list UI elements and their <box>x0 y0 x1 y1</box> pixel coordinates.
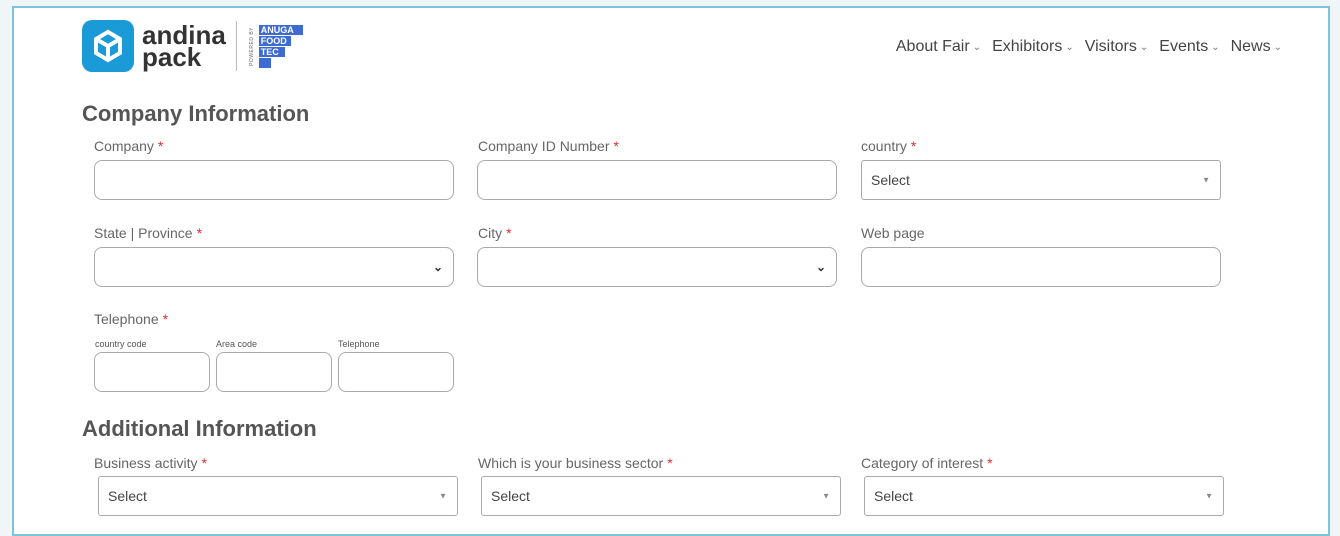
state-select[interactable]: ⌄ <box>94 247 454 287</box>
chevron-down-icon: ⌄ <box>815 260 826 274</box>
area-code-label: Area code <box>216 339 258 349</box>
dropdown-arrow-icon: ▼ <box>1202 175 1210 185</box>
country-code-label: country code <box>95 339 147 349</box>
chevron-down-icon: ⌄ <box>1065 41 1074 53</box>
nav-label: About Fair <box>895 38 970 55</box>
chevron-down-icon: ⌄ <box>1139 41 1149 53</box>
select-value: Select <box>491 488 530 504</box>
nav-about-fair[interactable]: About Fair ⌄ <box>896 38 981 56</box>
web-page-input[interactable] <box>861 247 1221 287</box>
main-nav: About Fair ⌄ Exhibitors ⌄ Visitors ⌄ Events… <box>896 38 1282 56</box>
category-label: Category of interest * <box>861 455 993 471</box>
company-input[interactable] <box>94 160 454 200</box>
telephone-sub-label: Telephone <box>338 339 380 349</box>
anuga-mark <box>258 57 271 68</box>
state-label: State | Province * <box>94 225 203 241</box>
country-code-input[interactable] <box>94 352 210 392</box>
area-code-input[interactable] <box>216 352 332 392</box>
anuga-line-1: ANUGA <box>258 24 303 35</box>
company-id-label: Company ID Number * <box>478 138 619 154</box>
logo-cube-icon <box>82 20 134 72</box>
nav-label: Exhibitors <box>992 38 1063 55</box>
business-sector-label: Which is your business sector * <box>478 455 673 471</box>
web-page-label: Web page <box>861 225 925 241</box>
chevron-down-icon: ⌄ <box>972 41 982 53</box>
nav-events[interactable]: Events ⌄ <box>1159 38 1219 56</box>
nav-label: Events <box>1159 38 1209 55</box>
anuga-line-2: FOOD <box>258 35 291 46</box>
business-sector-select[interactable]: Select ▼ <box>481 476 841 516</box>
city-label: City * <box>478 225 512 241</box>
country-select-value: Select <box>871 172 910 188</box>
business-activity-select[interactable]: Select ▼ <box>98 476 458 516</box>
nav-label: News <box>1230 38 1271 55</box>
country-label: country * <box>861 138 917 154</box>
nav-exhibitors[interactable]: Exhibitors ⌄ <box>992 38 1074 56</box>
dropdown-arrow-icon: ▼ <box>439 491 447 501</box>
anuga-logo: ANUGA FOOD TEC <box>258 24 303 68</box>
nav-label: Visitors <box>1084 38 1137 55</box>
country-select[interactable]: Select ▼ <box>861 160 1221 200</box>
powered-by-text: POWERED BY <box>248 26 255 66</box>
company-label: Company * <box>94 138 164 154</box>
chevron-down-icon: ⌄ <box>1211 41 1220 53</box>
select-value: Select <box>108 488 147 504</box>
anuga-line-3: TEC <box>258 46 285 57</box>
company-id-input[interactable] <box>477 160 837 200</box>
nav-news[interactable]: News ⌄ <box>1231 38 1282 56</box>
site-logo[interactable]: andina pack POWERED BY ANUGA FOOD TEC <box>82 20 303 72</box>
chevron-down-icon: ⌄ <box>1273 41 1282 53</box>
business-activity-label: Business activity * <box>94 455 207 471</box>
nav-visitors[interactable]: Visitors ⌄ <box>1085 38 1149 56</box>
telephone-input[interactable] <box>338 352 454 392</box>
city-select[interactable]: ⌄ <box>477 247 837 287</box>
logo-text: andina pack <box>142 22 226 70</box>
dropdown-arrow-icon: ▼ <box>822 491 830 501</box>
dropdown-arrow-icon: ▼ <box>1205 491 1213 501</box>
additional-info-heading: Additional Information <box>82 416 317 441</box>
chevron-down-icon: ⌄ <box>432 260 443 274</box>
select-value: Select <box>874 488 913 504</box>
telephone-label: Telephone * <box>94 311 169 327</box>
category-select[interactable]: Select ▼ <box>864 476 1224 516</box>
logo-divider <box>235 21 237 71</box>
company-info-heading: Company Information <box>82 101 310 126</box>
